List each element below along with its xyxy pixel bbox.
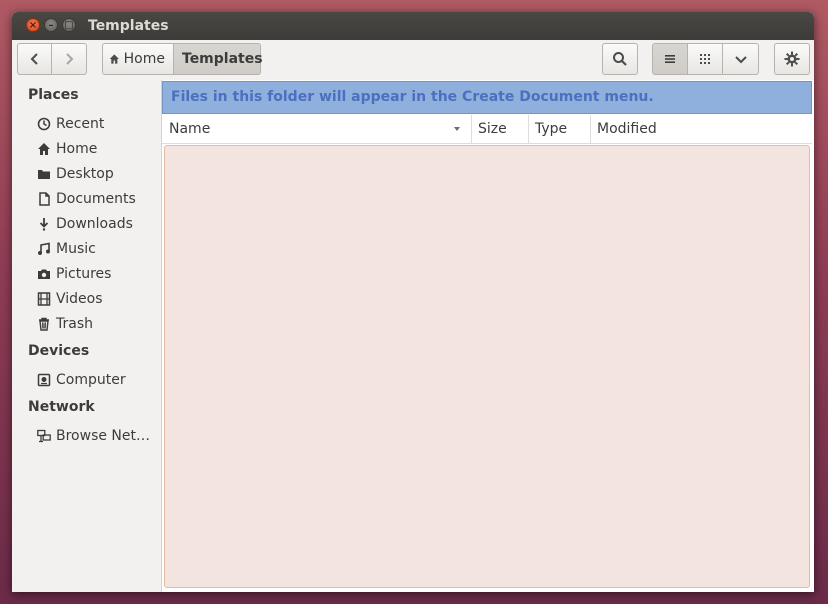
recent-icon	[37, 117, 51, 131]
sidebar-item-label: Downloads	[56, 216, 133, 232]
gear-icon	[784, 51, 800, 67]
sidebar-item-label: Documents	[56, 191, 136, 207]
column-headers: Name Size Type Modified	[162, 115, 812, 144]
document-icon	[39, 192, 50, 206]
sidebar-item-label: Desktop	[56, 166, 114, 182]
trash-icon	[39, 317, 49, 331]
camera-icon	[38, 269, 50, 279]
column-header-size[interactable]: Size	[471, 115, 529, 143]
download-icon	[39, 218, 49, 231]
sidebar-item-label: Pictures	[56, 266, 112, 282]
sidebar-item-documents[interactable]: Documents	[36, 188, 136, 210]
search-button[interactable]	[602, 43, 638, 75]
sidebar-item-label: Trash	[56, 316, 93, 332]
list-view-icon	[665, 55, 675, 63]
minimize-window-button[interactable]: –	[44, 18, 58, 32]
column-header-modified[interactable]: Modified	[590, 115, 812, 143]
sidebar-item-label: Recent	[56, 116, 105, 132]
info-bar: Files in this folder will appear in the …	[162, 81, 812, 114]
sidebar-item-label: Computer	[56, 372, 126, 388]
sort-down-icon	[454, 127, 460, 131]
list-view-button[interactable]	[652, 43, 688, 75]
music-icon	[38, 242, 50, 255]
sidebar-item-browse-network[interactable]: Browse Net…	[36, 425, 150, 447]
close-window-button[interactable]: ×	[26, 18, 40, 32]
chevron-down-icon	[734, 56, 747, 64]
grid-view-button[interactable]	[687, 43, 723, 75]
sidebar-item-recent[interactable]: Recent	[36, 113, 104, 135]
sidebar-item-label: Music	[56, 241, 96, 257]
maximize-window-button[interactable]: □	[62, 18, 76, 32]
forward-button[interactable]	[51, 43, 87, 75]
sidebar-item-music[interactable]: Music	[36, 238, 96, 260]
drive-icon	[37, 373, 51, 387]
column-header-label: Modified	[597, 121, 657, 137]
network-icon	[37, 429, 51, 443]
column-header-label: Name	[169, 121, 211, 137]
sidebar-item-label: Home	[56, 141, 98, 157]
sidebar-item-label: Browse Net…	[56, 428, 151, 444]
breadcrumb-current[interactable]: Templates	[173, 43, 263, 75]
file-view: Files in this folder will appear in the …	[162, 80, 814, 592]
breadcrumb-current-label: Templates	[182, 51, 263, 67]
sidebar-item-desktop[interactable]: Desktop	[36, 163, 114, 185]
back-button[interactable]	[17, 43, 52, 75]
sidebar-heading-devices: Devices	[28, 343, 90, 359]
file-list-area[interactable]	[164, 145, 810, 588]
sidebar-item-label: Videos	[56, 291, 103, 307]
home-icon	[38, 143, 50, 155]
sidebar: Places Recent Home Desktop Documents Dow…	[12, 80, 162, 592]
breadcrumb-home-label: Home	[123, 51, 165, 67]
window-title: Templates	[88, 18, 169, 34]
home-icon	[109, 54, 119, 64]
sidebar-item-computer[interactable]: Computer	[36, 369, 126, 391]
chevron-right-icon	[66, 53, 74, 65]
film-icon	[37, 292, 51, 306]
search-icon	[613, 52, 627, 66]
file-manager-window: × – □ Templates Home Templates Places Re…	[12, 12, 814, 592]
title-bar[interactable]: × – □ Templates	[12, 12, 814, 40]
chevron-left-icon	[30, 53, 38, 65]
grid-view-icon	[700, 54, 710, 64]
view-options-button[interactable]	[722, 43, 759, 75]
folder-icon	[38, 170, 50, 179]
sidebar-item-videos[interactable]: Videos	[36, 288, 103, 310]
column-header-type[interactable]: Type	[528, 115, 591, 143]
settings-button[interactable]	[774, 43, 810, 75]
column-header-label: Size	[478, 121, 507, 137]
sidebar-heading-network: Network	[28, 399, 95, 415]
sidebar-item-pictures[interactable]: Pictures	[36, 263, 111, 285]
toolbar: Home Templates	[12, 40, 814, 81]
breadcrumb-home[interactable]: Home	[102, 43, 174, 75]
column-header-name[interactable]: Name	[162, 115, 472, 143]
column-header-label: Type	[535, 121, 568, 137]
sidebar-heading-places: Places	[28, 87, 79, 103]
sidebar-item-home[interactable]: Home	[36, 138, 97, 160]
sidebar-item-trash[interactable]: Trash	[36, 313, 93, 335]
sidebar-item-downloads[interactable]: Downloads	[36, 213, 133, 235]
